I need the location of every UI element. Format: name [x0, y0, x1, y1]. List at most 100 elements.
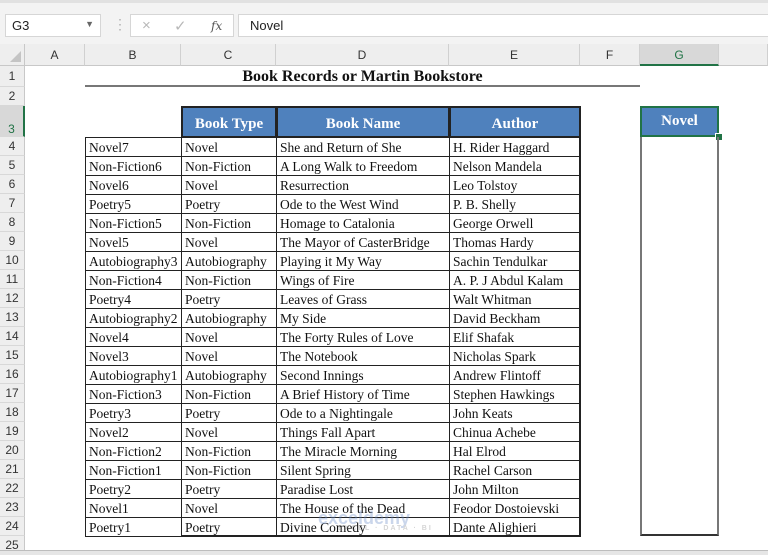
table-cell-id[interactable]: Novel6: [85, 175, 182, 195]
table-cell-id[interactable]: Poetry4: [85, 289, 182, 309]
row-header-3[interactable]: 3: [0, 106, 25, 137]
chevron-down-icon[interactable]: ▼: [85, 19, 94, 29]
row-header-16[interactable]: 16: [0, 365, 25, 384]
table-cell-name[interactable]: Playing it My Way: [276, 251, 450, 271]
criteria-result-range[interactable]: [640, 137, 719, 536]
table-cell-id[interactable]: Novel7: [85, 137, 182, 157]
table-cell-id[interactable]: Poetry3: [85, 403, 182, 423]
table-cell-type[interactable]: Novel: [181, 498, 277, 518]
table-cell-author[interactable]: Stephen Hawkings: [449, 384, 581, 404]
table-cell-id[interactable]: Poetry1: [85, 517, 182, 537]
table-cell-author[interactable]: H. Rider Haggard: [449, 137, 581, 157]
table-cell-id[interactable]: Novel4: [85, 327, 182, 347]
table-header-author[interactable]: Author: [449, 106, 581, 138]
table-cell-type[interactable]: Poetry: [181, 194, 277, 214]
table-cell-name[interactable]: Homage to Catalonia: [276, 213, 450, 233]
table-cell-name[interactable]: The Miracle Morning: [276, 441, 450, 461]
table-cell-author[interactable]: Nelson Mandela: [449, 156, 581, 176]
table-cell-type[interactable]: Non-Fiction: [181, 441, 277, 461]
table-cell-name[interactable]: The Notebook: [276, 346, 450, 366]
table-cell-author[interactable]: Feodor Dostoievski: [449, 498, 581, 518]
table-cell-id[interactable]: Poetry5: [85, 194, 182, 214]
row-header-15[interactable]: 15: [0, 346, 25, 365]
table-cell-id[interactable]: Non-Fiction3: [85, 384, 182, 404]
row-header-9[interactable]: 9: [0, 232, 25, 251]
table-cell-id[interactable]: Autobiography1: [85, 365, 182, 385]
table-cell-author[interactable]: Leo Tolstoy: [449, 175, 581, 195]
table-cell-type[interactable]: Autobiography: [181, 365, 277, 385]
table-cell-type[interactable]: Non-Fiction: [181, 270, 277, 290]
row-header-1[interactable]: 1: [0, 66, 25, 87]
table-cell-name[interactable]: Resurrection: [276, 175, 450, 195]
insert-function-icon[interactable]: fx: [211, 19, 222, 33]
row-header-21[interactable]: 21: [0, 460, 25, 479]
table-cell-author[interactable]: John Keats: [449, 403, 581, 423]
column-header-b[interactable]: B: [85, 44, 181, 66]
table-cell-name[interactable]: Things Fall Apart: [276, 422, 450, 442]
table-cell-id[interactable]: Non-Fiction2: [85, 441, 182, 461]
table-cell-id[interactable]: Autobiography2: [85, 308, 182, 328]
table-cell-name[interactable]: The Mayor of CasterBridge: [276, 232, 450, 252]
table-cell-author[interactable]: Rachel Carson: [449, 460, 581, 480]
formula-input[interactable]: Novel: [238, 14, 768, 37]
table-cell-name[interactable]: Wings of Fire: [276, 270, 450, 290]
table-cell-author[interactable]: Andrew Flintoff: [449, 365, 581, 385]
table-cell-author[interactable]: George Orwell: [449, 213, 581, 233]
row-header-8[interactable]: 8: [0, 213, 25, 232]
table-cell-name[interactable]: The Forty Rules of Love: [276, 327, 450, 347]
column-header-f[interactable]: F: [580, 44, 640, 66]
row-header-6[interactable]: 6: [0, 175, 25, 194]
table-cell-id[interactable]: Non-Fiction6: [85, 156, 182, 176]
table-cell-author[interactable]: A. P. J Abdul Kalam: [449, 270, 581, 290]
table-cell-type[interactable]: Novel: [181, 175, 277, 195]
table-cell-name[interactable]: Second Innings: [276, 365, 450, 385]
row-header-2[interactable]: 2: [0, 87, 25, 106]
table-header-book-type[interactable]: Book Type: [181, 106, 277, 138]
row-header-22[interactable]: 22: [0, 479, 25, 498]
column-header-e[interactable]: E: [449, 44, 580, 66]
table-cell-type[interactable]: Poetry: [181, 517, 277, 537]
table-cell-author[interactable]: Elif Shafak: [449, 327, 581, 347]
column-header-g[interactable]: G: [640, 44, 719, 66]
table-cell-id[interactable]: Non-Fiction4: [85, 270, 182, 290]
row-header-5[interactable]: 5: [0, 156, 25, 175]
table-cell-id[interactable]: Novel2: [85, 422, 182, 442]
table-cell-author[interactable]: Hal Elrod: [449, 441, 581, 461]
column-header-c[interactable]: C: [181, 44, 276, 66]
table-cell-type[interactable]: Non-Fiction: [181, 213, 277, 233]
table-cell-type[interactable]: Novel: [181, 422, 277, 442]
table-cell-id[interactable]: Novel5: [85, 232, 182, 252]
row-header-24[interactable]: 24: [0, 517, 25, 536]
column-header-d[interactable]: D: [276, 44, 449, 66]
row-header-23[interactable]: 23: [0, 498, 25, 517]
table-header-book-name[interactable]: Book Name: [276, 106, 450, 138]
row-header-14[interactable]: 14: [0, 327, 25, 346]
enter-icon[interactable]: ✓: [174, 17, 187, 35]
cancel-icon[interactable]: ×: [142, 17, 151, 34]
table-cell-author[interactable]: Walt Whitman: [449, 289, 581, 309]
row-header-4[interactable]: 4: [0, 137, 25, 156]
row-header-18[interactable]: 18: [0, 403, 25, 422]
table-cell-name[interactable]: Ode to a Nightingale: [276, 403, 450, 423]
table-cell-id[interactable]: Non-Fiction5: [85, 213, 182, 233]
table-cell-author[interactable]: Thomas Hardy: [449, 232, 581, 252]
table-cell-id[interactable]: Non-Fiction1: [85, 460, 182, 480]
table-cell-id[interactable]: Poetry2: [85, 479, 182, 499]
table-cell-id[interactable]: Novel1: [85, 498, 182, 518]
row-header-13[interactable]: 13: [0, 308, 25, 327]
table-cell-type[interactable]: Poetry: [181, 289, 277, 309]
table-cell-name[interactable]: My Side: [276, 308, 450, 328]
row-header-11[interactable]: 11: [0, 270, 25, 289]
table-cell-author[interactable]: Sachin Tendulkar: [449, 251, 581, 271]
table-cell-name[interactable]: Paradise Lost: [276, 479, 450, 499]
row-header-17[interactable]: 17: [0, 384, 25, 403]
table-cell-type[interactable]: Non-Fiction: [181, 384, 277, 404]
table-cell-type[interactable]: Novel: [181, 327, 277, 347]
table-cell-author[interactable]: Chinua Achebe: [449, 422, 581, 442]
table-cell-type[interactable]: Poetry: [181, 403, 277, 423]
criteria-cell-g3[interactable]: Novel: [640, 106, 719, 137]
select-all-button[interactable]: [0, 44, 25, 66]
table-cell-id[interactable]: Autobiography3: [85, 251, 182, 271]
row-header-20[interactable]: 20: [0, 441, 25, 460]
name-box[interactable]: G3 ▼: [5, 14, 101, 37]
